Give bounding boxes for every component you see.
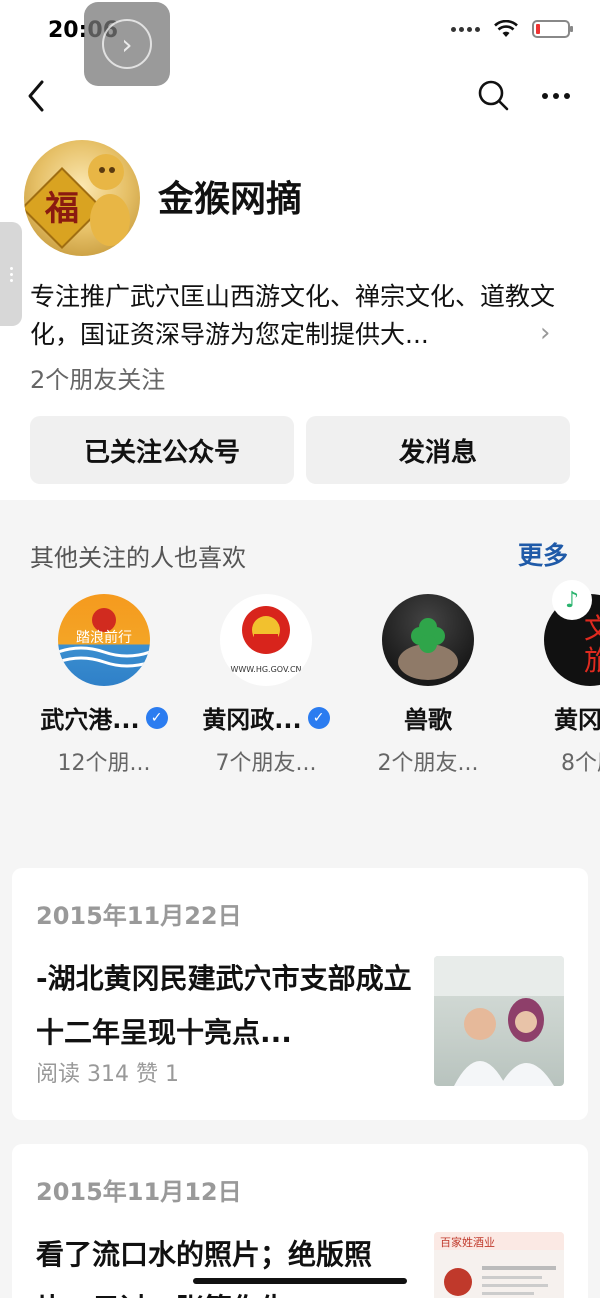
recommended-avatar <box>382 594 474 686</box>
recommended-name: 黄冈市 <box>554 706 600 734</box>
article-stats: 阅读 314 赞 1 <box>36 1062 179 1087</box>
music-note-icon[interactable]: ♪ <box>552 580 592 620</box>
search-icon[interactable] <box>474 76 514 116</box>
svg-text:文: 文 <box>584 612 600 645</box>
recommended-name: 武穴港... ✓ <box>24 700 184 735</box>
recommended-account[interactable]: 踏浪前行 武穴港... ✓ 12个朋... <box>24 594 184 777</box>
verified-icon: ✓ <box>145 706 168 729</box>
back-icon[interactable] <box>18 76 58 116</box>
article-title[interactable]: 看了流口水的照片；绝版照片，只过一张篇你生： <box>36 1228 416 1298</box>
recommended-avatar: WWW.HG.GOV.CN <box>220 594 312 686</box>
more-icon[interactable] <box>536 76 576 116</box>
side-drag-handle[interactable] <box>0 222 22 326</box>
svg-text:百家姓酒业: 百家姓酒业 <box>440 1235 495 1249</box>
svg-text:踏浪前行: 踏浪前行 <box>76 629 132 646</box>
assistive-touch-button[interactable]: › <box>84 2 170 86</box>
article-thumbnail[interactable] <box>434 956 564 1086</box>
recommended-account[interactable]: 文 旅 黄冈市 8个朋 <box>510 594 600 777</box>
signal-icon <box>451 26 480 32</box>
article-date: 2015年11月22日 <box>36 902 242 930</box>
article-card[interactable]: 2015年11月12日 看了流口水的照片；绝版照片，只过一张篇你生： 百家姓酒业 <box>12 1144 588 1298</box>
recommended-friends: 12个朋... <box>57 751 151 776</box>
account-avatar: 福 <box>24 140 140 256</box>
article-card[interactable]: 2015年11月22日 -湖北黄冈民建武穴市支部成立十二年呈现十亮点... 阅读… <box>12 868 588 1120</box>
home-indicator[interactable] <box>193 1278 407 1284</box>
friends-following[interactable]: 2个朋友关注 <box>30 360 165 395</box>
recommended-account[interactable]: WWW.HG.GOV.CN 黄冈政... ✓ 7个朋友... <box>186 594 346 777</box>
recommended-name: 黄冈政... ✓ <box>186 700 346 735</box>
recommended-friends: 8个朋 <box>561 751 600 776</box>
more-link[interactable]: 更多 <box>518 536 568 572</box>
article-thumbnail[interactable]: 百家姓酒业 <box>434 1232 564 1298</box>
followed-button[interactable]: 已关注公众号 <box>30 416 294 484</box>
recommended-friends: 7个朋友... <box>215 751 317 776</box>
svg-text:WWW.HG.GOV.CN: WWW.HG.GOV.CN <box>230 665 301 674</box>
status-icons <box>451 20 573 38</box>
account-name: 金猴网摘 <box>158 179 303 220</box>
recommended-friends: 2个朋友... <box>377 751 479 776</box>
chevron-right-icon[interactable]: › <box>540 318 550 348</box>
recommendations-section: 其他关注的人也喜欢 更多 踏浪前行 武穴港... ✓ 12个朋... WWW.HG… <box>0 500 600 808</box>
chevron-right-icon: › <box>102 19 152 69</box>
svg-text:旅: 旅 <box>584 644 600 677</box>
article-date: 2015年11月12日 <box>36 1178 242 1206</box>
recommended-name: 兽歌 <box>404 706 452 734</box>
svg-text:福: 福 <box>44 189 79 229</box>
article-title[interactable]: -湖北黄冈民建武穴市支部成立十二年呈现十亮点... <box>36 952 416 1060</box>
send-message-button[interactable]: 发消息 <box>306 416 570 484</box>
battery-icon <box>532 20 573 38</box>
wifi-icon <box>494 20 518 37</box>
recommended-account[interactable]: 兽歌 2个朋友... <box>348 594 508 777</box>
verified-icon: ✓ <box>307 706 330 729</box>
article-list: 2015年11月22日 -湖北黄冈民建武穴市支部成立十二年呈现十亮点... 阅读… <box>0 808 600 1298</box>
recommendations-title: 其他关注的人也喜欢 <box>30 544 246 572</box>
account-description[interactable]: 专注推广武穴匡山西游文化、禅宗文化、道教文化，国证资深导游为您定制提供大... <box>30 278 570 354</box>
recommended-avatar: 踏浪前行 <box>58 594 150 686</box>
